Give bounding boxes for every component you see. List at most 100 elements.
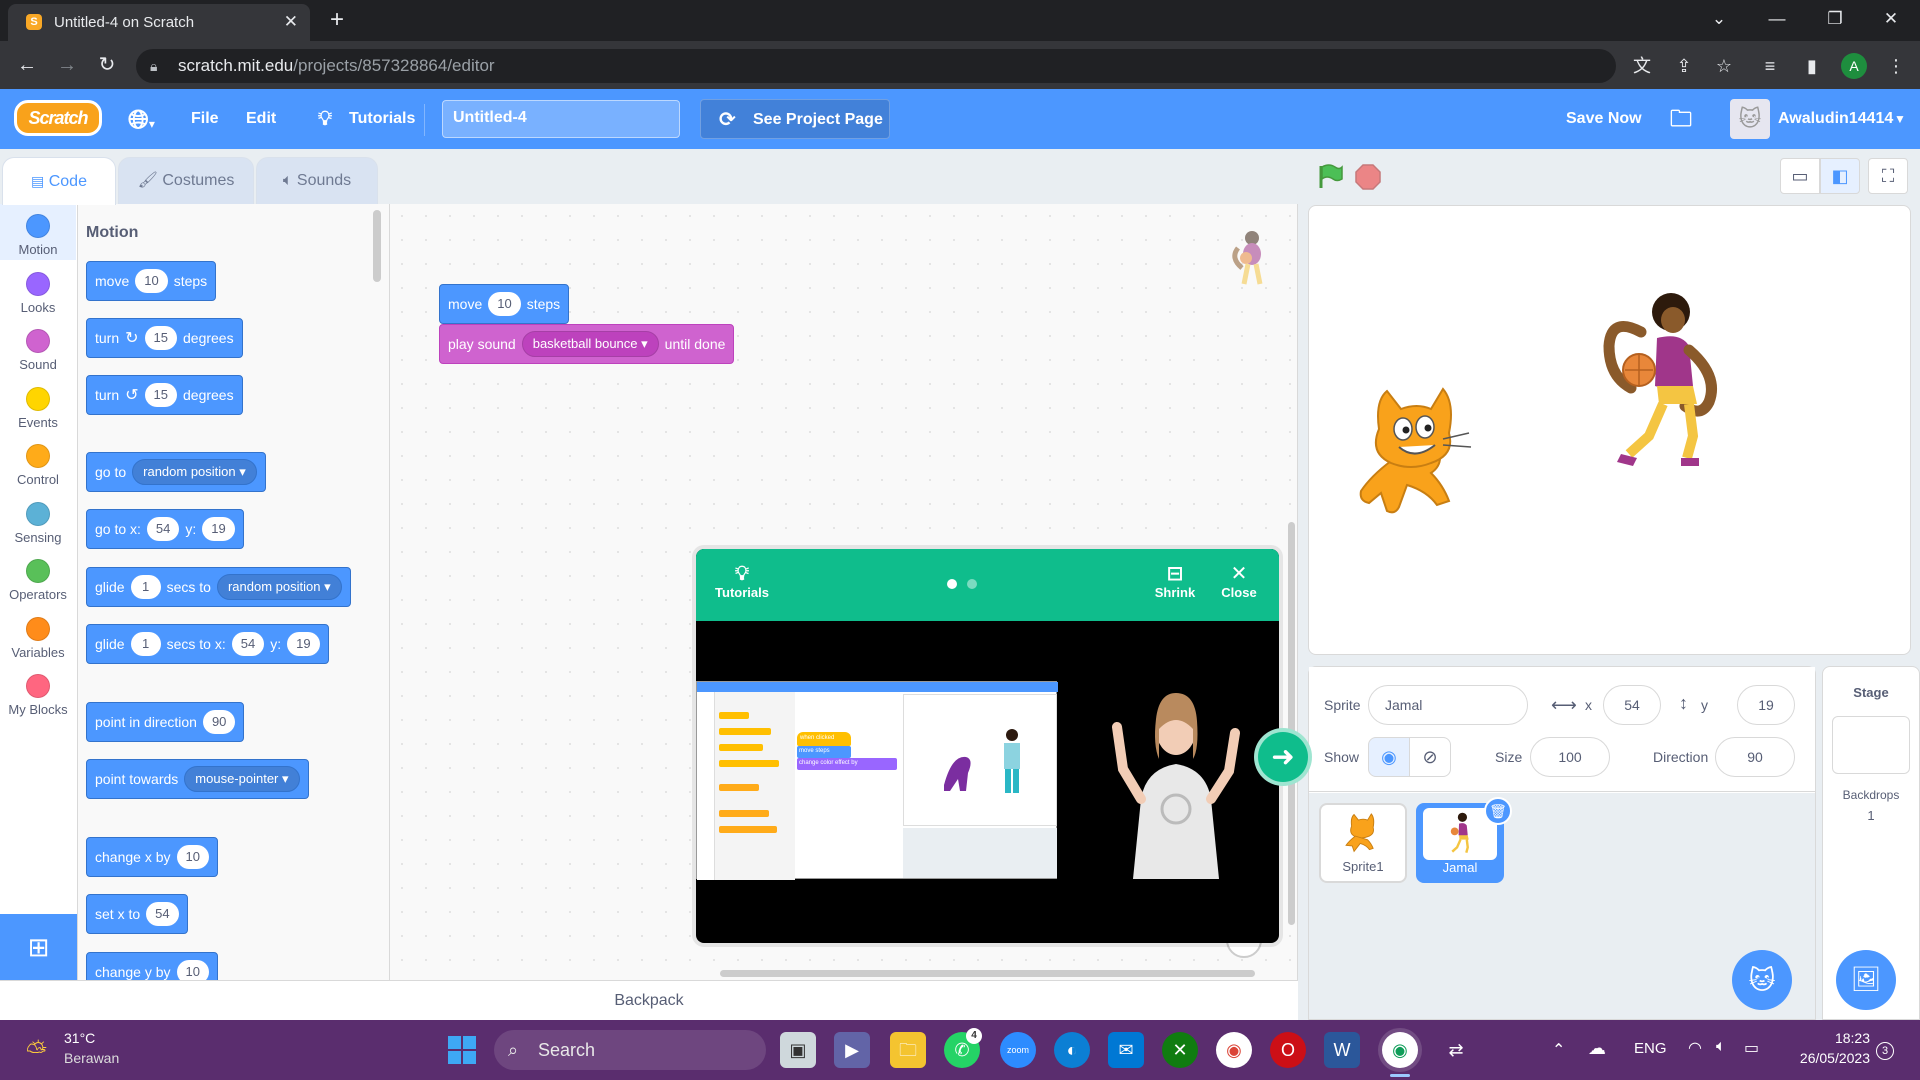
bookmark-star-icon[interactable]: ☆ [1710,52,1738,80]
teams-meet-icon[interactable]: ▶ [834,1032,870,1068]
account-chevron-down-icon[interactable]: ▼ [1894,89,1906,149]
x-input[interactable]: 54 [1603,685,1661,725]
category-sound[interactable]: Sound [0,319,76,375]
category-events[interactable]: Events [0,377,76,433]
palette-scrollbar[interactable] [373,210,381,282]
backpack-bar[interactable]: Backpack [0,980,1298,1020]
xbox-icon[interactable]: ✕ [1162,1032,1198,1068]
workspace-horizontal-scrollbar[interactable] [720,970,1255,977]
next-step-arrow-button[interactable]: ➜ [1254,728,1312,786]
task-view-icon[interactable]: ▣ [780,1032,816,1068]
secs-input[interactable]: 1 [130,632,161,656]
add-extension-button[interactable]: ⊞ [0,914,77,980]
category-variables[interactable]: Variables [0,607,76,663]
tutorials-lightbulb-icon[interactable]: 💡︎ [318,89,332,149]
x-input[interactable]: 54 [146,517,180,541]
tab-close-icon[interactable]: ✕ [284,12,298,32]
new-tab-button[interactable]: + [322,6,352,36]
block-glide-to-xy[interactable]: glide 1 secs to x: 54 y: 19 [86,624,329,664]
block-point-towards[interactable]: point towards mouse-pointer ▾ [86,759,309,799]
block-turn-left[interactable]: turn ↺ 15 degrees [86,375,243,415]
tab-search-chevron-icon[interactable]: ⌄ [1690,0,1748,41]
block-change-y[interactable]: change y by 10 [86,952,218,980]
taskbar-search-box[interactable]: ⌕ Search [494,1030,766,1070]
block-go-to[interactable]: go to random position ▾ [86,452,266,492]
tray-chevron-up-icon[interactable]: ⌃ [1552,1040,1565,1060]
chrome-icon[interactable]: ◉ [1216,1032,1252,1068]
choose-backdrop-button[interactable]: 🖼︎ [1836,950,1896,1010]
change-x-input[interactable]: 10 [176,845,209,869]
direction-input[interactable]: 90 [202,710,236,734]
translate-icon[interactable]: 文 [1628,52,1656,80]
jamal-sprite[interactable] [1601,286,1721,476]
tutorials-menu[interactable]: Tutorials [349,89,415,149]
direction-input[interactable]: 90 [1715,737,1795,777]
step-dot[interactable] [967,579,977,589]
category-operators[interactable]: Operators [0,549,76,605]
category-sensing[interactable]: Sensing [0,492,76,548]
volume-speaker-icon[interactable]: 🔈︎ [1716,1038,1726,1056]
y-input[interactable]: 19 [287,632,320,656]
minimize-window-icon[interactable]: — [1748,0,1806,41]
sprite-name-input[interactable]: Jamal [1368,685,1528,725]
category-my-blocks[interactable]: My Blocks [0,664,76,720]
workspace-vertical-scrollbar[interactable] [1288,522,1295,925]
close-window-icon[interactable]: ✕ [1862,0,1920,41]
wifi-icon[interactable]: ◠ [1688,1038,1702,1058]
weather-temp[interactable]: 31°C [64,1030,95,1046]
x-input[interactable]: 54 [231,632,265,656]
language-indicator[interactable]: ENG [1634,1040,1667,1057]
stage-thumbnail[interactable] [1832,716,1910,774]
browser-tab[interactable]: S Untitled-4 on Scratch ✕ [8,4,310,41]
green-flag-icon[interactable] [1315,162,1343,190]
restore-window-icon[interactable]: ❐ [1806,0,1864,41]
block-set-x[interactable]: set x to 54 [86,894,188,934]
secs-input[interactable]: 1 [130,575,161,599]
degrees-input[interactable]: 15 [144,326,177,350]
point-towards-dropdown[interactable]: mouse-pointer ▾ [184,766,300,792]
delete-sprite-trash-icon[interactable]: 🗑︎ [1484,797,1512,825]
username-menu[interactable]: Awaludin14414 [1778,89,1893,149]
script-block-move[interactable]: move 10 steps [439,284,570,324]
onedrive-cloud-icon[interactable]: ☁ [1588,1038,1606,1059]
shrink-button[interactable]: ⊟ Shrink [1150,549,1200,621]
go-to-dropdown[interactable]: random position ▾ [132,459,257,485]
block-glide-to[interactable]: glide 1 secs to random position ▾ [86,567,351,607]
media-queue-icon[interactable]: ≡ [1756,52,1784,80]
tutorials-library-button[interactable]: 💡︎ Tutorials [710,549,774,621]
block-go-to-xy[interactable]: go to x: 54 y: 19 [86,509,244,549]
clock-time[interactable]: 18:23 [1806,1030,1870,1046]
weather-desc[interactable]: Berawan [64,1050,119,1066]
reload-icon[interactable]: ↻ [92,50,122,80]
normal-stage-toggle-icon[interactable]: ◧ [1820,158,1860,194]
edge-browser-icon[interactable]: ◐ [1054,1032,1090,1068]
tab-code[interactable]: ▤ Code [2,157,116,205]
close-tutorial-button[interactable]: ✕ Close [1214,549,1264,621]
user-avatar[interactable]: 🐱︎ [1730,99,1770,139]
script-block-play-sound[interactable]: play sound basketball bounce ▾ until done [439,324,735,364]
file-explorer-icon[interactable]: 🗀 [890,1032,926,1068]
fullscreen-icon[interactable]: ⛶ [1868,158,1908,194]
stage-canvas[interactable] [1308,205,1911,655]
edit-menu[interactable]: Edit [246,89,276,149]
change-y-input[interactable]: 10 [176,960,209,980]
choose-sprite-button[interactable]: 🐱︎ [1732,950,1792,1010]
browser-profile-avatar[interactable]: A [1841,53,1867,79]
steps-input[interactable]: 10 [135,269,168,293]
project-title-input[interactable]: Untitled-4 [442,100,680,138]
show-visible-eye-icon[interactable]: ◉ [1368,737,1410,777]
mail-icon[interactable]: ✉ [1108,1032,1144,1068]
degrees-input[interactable]: 15 [144,383,177,407]
category-motion[interactable]: Motion [0,204,76,260]
stop-sign-icon[interactable] [1355,164,1381,190]
scratch-logo[interactable]: Scratch [14,100,102,136]
zoom-icon[interactable]: zoom [1000,1032,1036,1068]
weather-sun-cloud-icon[interactable]: ⛅︎ [26,1036,47,1068]
block-point-in-direction[interactable]: point in direction 90 [86,702,245,742]
y-input[interactable]: 19 [1737,685,1795,725]
sync-arrows-icon[interactable]: ⇄ [1438,1032,1474,1068]
save-now-button[interactable]: Save Now [1566,89,1642,149]
opera-icon[interactable]: O [1270,1032,1306,1068]
battery-icon[interactable]: ▭ [1744,1038,1759,1058]
block-move-steps[interactable]: move 10 steps [86,261,217,301]
